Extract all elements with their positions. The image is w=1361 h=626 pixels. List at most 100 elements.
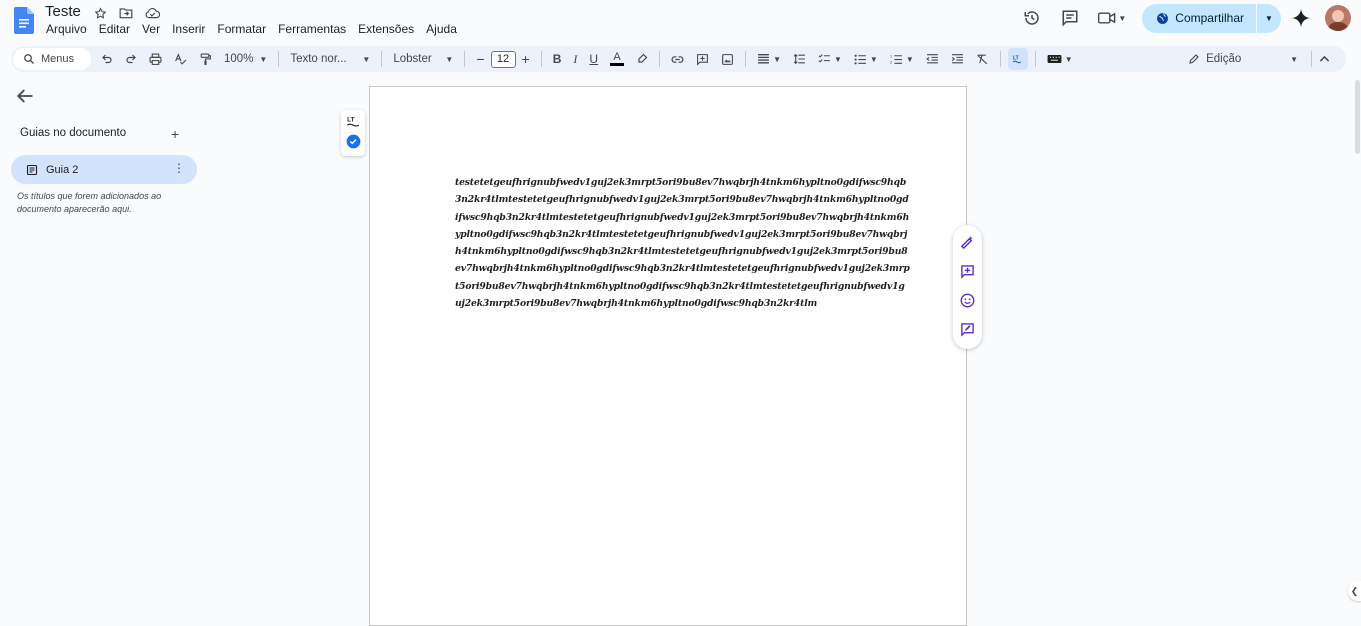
toolbar-divider: [464, 51, 466, 67]
toolbar-divider: [745, 51, 747, 67]
document-tabs-sidebar: Guias no documento + Guia 2 ⋮ Os títulos…: [0, 80, 220, 609]
chevron-up-icon[interactable]: [1315, 48, 1334, 70]
top-bar: Teste Arquivo Editar Ver Inserir Formata…: [0, 0, 1361, 44]
languagetool-widget[interactable]: LT: [341, 110, 365, 156]
font-family-select[interactable]: Lobster ▼: [389, 48, 457, 70]
underline-icon[interactable]: U: [585, 48, 602, 70]
toolbar-divider: [999, 51, 1001, 67]
chevron-down-icon: ▼: [1290, 54, 1298, 64]
menu-formatar[interactable]: Formatar: [217, 22, 272, 36]
align-icon[interactable]: ▼: [753, 48, 785, 70]
document-title[interactable]: Teste: [45, 3, 81, 20]
menu-inserir[interactable]: Inserir: [172, 22, 211, 36]
sidebar-hint: Os títulos que forem adicionados ao docu…: [17, 191, 162, 214]
add-tab-button[interactable]: +: [171, 126, 179, 142]
print-icon[interactable]: [145, 48, 166, 70]
user-avatar[interactable]: [1325, 5, 1351, 31]
menu-ferramentas[interactable]: Ferramentas: [278, 22, 352, 36]
emoji-reaction-icon[interactable]: [959, 291, 977, 309]
paragraph-style-select[interactable]: Texto nor... ▼: [286, 48, 374, 70]
zoom-select[interactable]: 100% ▼: [220, 48, 271, 70]
font-size-input[interactable]: 12: [490, 50, 516, 68]
comments-icon[interactable]: [1058, 6, 1082, 30]
title-icons: [91, 5, 161, 21]
clear-formatting-icon[interactable]: [972, 48, 993, 70]
menu-bar: Arquivo Editar Ver Inserir Formatar Ferr…: [46, 22, 469, 36]
search-icon: [24, 54, 34, 64]
redo-icon[interactable]: [121, 48, 141, 70]
decrease-font-size-button[interactable]: −: [472, 48, 488, 70]
menu-arquivo[interactable]: Arquivo: [46, 22, 93, 36]
video-camera-icon[interactable]: ▼: [1096, 6, 1128, 30]
chevron-down-icon: ▼: [869, 54, 878, 64]
folder-move-icon[interactable]: [117, 5, 135, 21]
languagetool-toggle-icon[interactable]: LT: [1007, 48, 1028, 70]
menu-search-label: Menus: [41, 53, 75, 65]
document-page[interactable]: testetetgeufhrignubfwedv1guj2ek3mrpt5ori…: [369, 86, 967, 626]
chevron-left-icon[interactable]: ❮: [1348, 581, 1361, 601]
chevron-down-icon: ▼: [259, 54, 268, 64]
italic-icon[interactable]: I: [569, 48, 581, 70]
globe-icon: [1157, 12, 1169, 24]
menu-ajuda[interactable]: Ajuda: [426, 22, 463, 36]
suggest-edits-icon[interactable]: [959, 320, 977, 338]
toolbar-divider: [278, 51, 280, 67]
bulleted-list-icon[interactable]: ▼: [850, 48, 882, 70]
undo-icon[interactable]: [97, 48, 117, 70]
chevron-down-icon: ▼: [445, 54, 454, 64]
decrease-indent-icon[interactable]: [922, 48, 943, 70]
share-label: Compartilhar: [1175, 11, 1244, 25]
chevron-down-icon: ▼: [1118, 13, 1127, 23]
cloud-saved-icon[interactable]: [143, 5, 161, 21]
zoom-value: 100%: [224, 53, 254, 65]
share-button[interactable]: Compartilhar: [1142, 3, 1256, 33]
chevron-down-icon: ▼: [833, 54, 842, 64]
floating-action-menu: [953, 225, 982, 349]
text-color-icon[interactable]: A: [606, 48, 628, 70]
tab-guia-2[interactable]: Guia 2 ⋮: [11, 155, 197, 184]
scrollbar-thumb[interactable]: [1355, 80, 1360, 154]
increase-indent-icon[interactable]: [947, 48, 968, 70]
bold-icon[interactable]: B: [549, 48, 566, 70]
paragraph-style-value: Texto nor...: [290, 53, 347, 65]
keyboard-input-icon[interactable]: ▼: [1043, 48, 1077, 70]
insert-image-icon[interactable]: [717, 48, 738, 70]
toolbar-divider: [540, 51, 542, 67]
check-circle-icon: [346, 134, 360, 149]
toolbar-divider: [659, 51, 661, 67]
numbered-list-icon[interactable]: 1 2 ▼: [886, 48, 918, 70]
chevron-down-icon: ▼: [905, 54, 914, 64]
add-comment-icon[interactable]: [959, 262, 977, 280]
paint-format-icon[interactable]: [195, 48, 216, 70]
document-tab-icon: [26, 164, 38, 175]
menu-search-input[interactable]: Menus: [13, 48, 91, 70]
tab-label: Guia 2: [46, 163, 79, 176]
history-icon[interactable]: [1020, 6, 1044, 30]
editing-mode-select[interactable]: Edição ▼: [1188, 53, 1298, 65]
link-icon[interactable]: [667, 48, 688, 70]
star-icon[interactable]: [91, 5, 109, 21]
menu-editar[interactable]: Editar: [99, 22, 136, 36]
gemini-sparkle-icon[interactable]: [1289, 6, 1313, 30]
toolbar-divider: [1034, 51, 1036, 67]
menu-ver[interactable]: Ver: [142, 22, 166, 36]
highlight-icon[interactable]: [632, 48, 652, 70]
svg-text:LT: LT: [347, 117, 354, 124]
spellcheck-icon[interactable]: [170, 48, 191, 70]
formatting-toolbar: Menus 100% ▼ Texto nor... ▼ Lobster ▼ − 12 …: [11, 46, 1346, 72]
share-dropdown-button[interactable]: ▼: [1257, 3, 1281, 33]
more-vert-icon[interactable]: ⋮: [173, 162, 185, 174]
google-docs-icon[interactable]: [14, 7, 34, 34]
chevron-down-icon: ▼: [1064, 54, 1073, 64]
svg-text:1: 1: [890, 54, 892, 58]
vertical-scrollbar[interactable]: [1354, 78, 1361, 609]
magic-pen-icon[interactable]: [959, 233, 977, 251]
increase-font-size-button[interactable]: +: [518, 48, 534, 70]
menu-extensoes[interactable]: Extensões: [358, 22, 420, 36]
line-spacing-icon[interactable]: [789, 48, 810, 70]
add-comment-icon[interactable]: [692, 48, 713, 70]
checklist-icon[interactable]: ▼: [814, 48, 846, 70]
back-arrow-icon[interactable]: [16, 88, 34, 104]
svg-text:2: 2: [890, 60, 892, 64]
document-body-text[interactable]: testetetgeufhrignubfwedv1guj2ek3mrpt5ori…: [455, 174, 911, 312]
